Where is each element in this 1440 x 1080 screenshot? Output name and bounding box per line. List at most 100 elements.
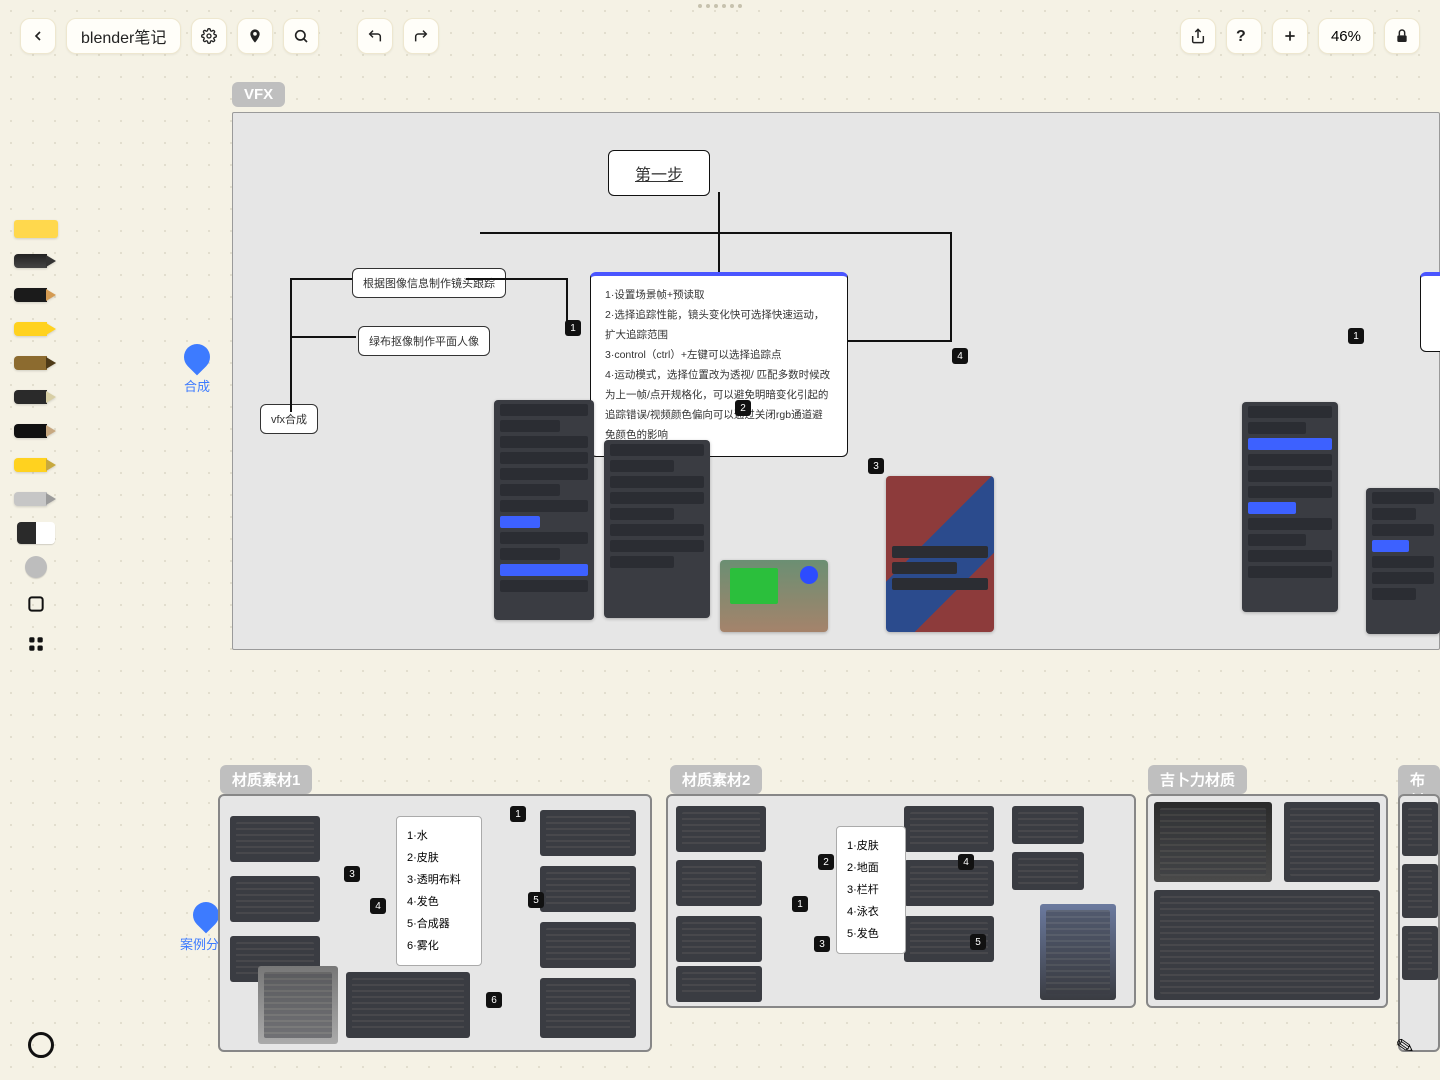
note-line: 2·选择追踪性能，镜头变化快可选择快速运动，扩大追踪范围 bbox=[605, 306, 833, 346]
connector-badge: 4 bbox=[952, 348, 968, 364]
screenshot-panel[interactable] bbox=[1242, 402, 1338, 612]
connector-badge: 3 bbox=[344, 866, 360, 882]
list-card-mat2[interactable]: 1·皮肤 2·地面 3·栏杆 4·泳衣 5·发色 bbox=[836, 826, 906, 954]
help-button[interactable]: ? bbox=[1226, 18, 1262, 54]
highlighter-tool[interactable] bbox=[14, 318, 58, 340]
connector bbox=[290, 336, 356, 338]
anchor-compositing[interactable]: 合成 bbox=[184, 344, 210, 395]
step-title-card[interactable]: 第一步 bbox=[608, 150, 710, 196]
screenshot-thumb[interactable] bbox=[1284, 802, 1380, 882]
connector-badge: 3 bbox=[868, 458, 884, 474]
connector-badge: 1 bbox=[1348, 328, 1364, 344]
fountain-pen-tool[interactable] bbox=[14, 420, 58, 442]
marker-tool[interactable] bbox=[14, 454, 58, 476]
list-item: 2·皮肤 bbox=[407, 847, 471, 869]
shape-circle-tool[interactable] bbox=[25, 556, 47, 578]
list-item: 5·发色 bbox=[847, 923, 895, 945]
eraser-tool[interactable] bbox=[14, 488, 58, 510]
apps-tool[interactable] bbox=[22, 630, 50, 658]
connector bbox=[290, 278, 292, 412]
connector bbox=[718, 192, 720, 232]
screenshot-thumb[interactable] bbox=[540, 810, 636, 856]
note-line: 4·运动模式，选择位置改为透视/ 匹配多数时候改为上一帧/点开规格化，可以避免明… bbox=[605, 366, 833, 446]
connector-badge: 4 bbox=[370, 898, 386, 914]
zoom-level[interactable]: 46% bbox=[1318, 18, 1374, 54]
back-button[interactable] bbox=[20, 18, 56, 54]
share-button[interactable] bbox=[1180, 18, 1216, 54]
pencil-tool[interactable] bbox=[14, 284, 58, 306]
screenshot-thumb[interactable] bbox=[676, 966, 762, 1002]
screenshot-panel[interactable] bbox=[494, 400, 594, 620]
settings-button[interactable] bbox=[191, 18, 227, 54]
brush-tool-2[interactable] bbox=[14, 386, 58, 408]
connector-badge: 1 bbox=[565, 320, 581, 336]
screenshot-render[interactable] bbox=[258, 966, 338, 1044]
screenshot-thumb[interactable] bbox=[1402, 926, 1438, 980]
screenshot-thumb[interactable] bbox=[676, 806, 766, 852]
pen-tool-1[interactable] bbox=[14, 250, 58, 272]
screenshot-thumb[interactable] bbox=[1154, 890, 1380, 1000]
connector-badge: 1 bbox=[792, 896, 808, 912]
screenshot-thumb[interactable] bbox=[1012, 806, 1084, 844]
screenshot-render[interactable] bbox=[1040, 904, 1116, 1000]
brush-tool-1[interactable] bbox=[14, 352, 58, 374]
document-title[interactable]: blender笔记 bbox=[66, 18, 181, 54]
screenshot-thumb[interactable] bbox=[676, 860, 762, 906]
screenshot-thumb[interactable] bbox=[1154, 802, 1272, 882]
note-card-right-partial[interactable] bbox=[1420, 272, 1440, 352]
screenshot-panel[interactable] bbox=[886, 476, 994, 632]
screenshot-thumb[interactable] bbox=[1012, 852, 1084, 890]
screenshot-viewport[interactable] bbox=[720, 560, 828, 632]
screenshot-thumb[interactable] bbox=[230, 816, 320, 862]
list-item: 3·透明布料 bbox=[407, 869, 471, 891]
screenshot-thumb[interactable] bbox=[540, 866, 636, 912]
list-item: 1·水 bbox=[407, 825, 471, 847]
connector bbox=[290, 278, 352, 280]
search-button[interactable] bbox=[283, 18, 319, 54]
card-camera-track[interactable]: 根据图像信息制作镜头跟踪 bbox=[352, 268, 506, 298]
screenshot-thumb[interactable] bbox=[904, 860, 994, 906]
list-item: 2·地面 bbox=[847, 857, 895, 879]
location-button[interactable] bbox=[237, 18, 273, 54]
screenshot-thumb[interactable] bbox=[540, 978, 636, 1038]
frame-tag-vfx[interactable]: VFX bbox=[232, 82, 285, 107]
screenshot-thumb[interactable] bbox=[1402, 864, 1438, 918]
screenshot-panel[interactable] bbox=[604, 440, 710, 618]
undo-button[interactable] bbox=[357, 18, 393, 54]
connector bbox=[718, 232, 720, 272]
pin-icon bbox=[179, 339, 216, 376]
screenshot-thumb[interactable] bbox=[904, 806, 994, 852]
frame-tag-ghibli[interactable]: 吉卜力材质 bbox=[1148, 765, 1247, 794]
list-card-mat1[interactable]: 1·水 2·皮肤 3·透明布料 4·发色 5·合成器 6·雾化 bbox=[396, 816, 482, 966]
window-drag-handle[interactable] bbox=[698, 4, 742, 8]
list-item: 4·泳衣 bbox=[847, 901, 895, 923]
list-item: 4·发色 bbox=[407, 891, 471, 913]
screenshot-thumb[interactable] bbox=[540, 922, 636, 968]
connector-badge: 5 bbox=[970, 934, 986, 950]
note-line: 3·control（ctrl）+左键可以选择追踪点 bbox=[605, 346, 833, 366]
shape-frame-tool[interactable] bbox=[22, 590, 50, 618]
screenshot-panel[interactable] bbox=[1366, 488, 1440, 634]
redo-button[interactable] bbox=[403, 18, 439, 54]
frame-tag-mat2[interactable]: 材质素材2 bbox=[670, 765, 762, 794]
note-tool[interactable] bbox=[14, 220, 58, 238]
connector-badge: 3 bbox=[814, 936, 830, 952]
connector-badge: 4 bbox=[958, 854, 974, 870]
note-line: 1·设置场景帧+预读取 bbox=[605, 286, 833, 306]
screenshot-thumb[interactable] bbox=[1402, 802, 1438, 856]
screenshot-thumb[interactable] bbox=[676, 916, 762, 962]
lock-button[interactable] bbox=[1384, 18, 1420, 54]
connector bbox=[480, 232, 950, 234]
card-green-screen[interactable]: 绿布抠像制作平面人像 bbox=[358, 326, 490, 356]
add-button[interactable] bbox=[1272, 18, 1308, 54]
screenshot-thumb[interactable] bbox=[346, 972, 470, 1038]
connector-badge: 2 bbox=[735, 400, 751, 416]
connector bbox=[950, 232, 952, 342]
record-button[interactable] bbox=[28, 1032, 54, 1058]
screenshot-thumb[interactable] bbox=[230, 876, 320, 922]
anchor-label: 合成 bbox=[184, 376, 210, 395]
color-swatches[interactable] bbox=[17, 522, 55, 544]
frame-tag-mat1[interactable]: 材质素材1 bbox=[220, 765, 312, 794]
note-card-tracking[interactable]: 1·设置场景帧+预读取 2·选择追踪性能，镜头变化快可选择快速运动，扩大追踪范围… bbox=[590, 272, 848, 457]
connector-badge: 1 bbox=[510, 806, 526, 822]
